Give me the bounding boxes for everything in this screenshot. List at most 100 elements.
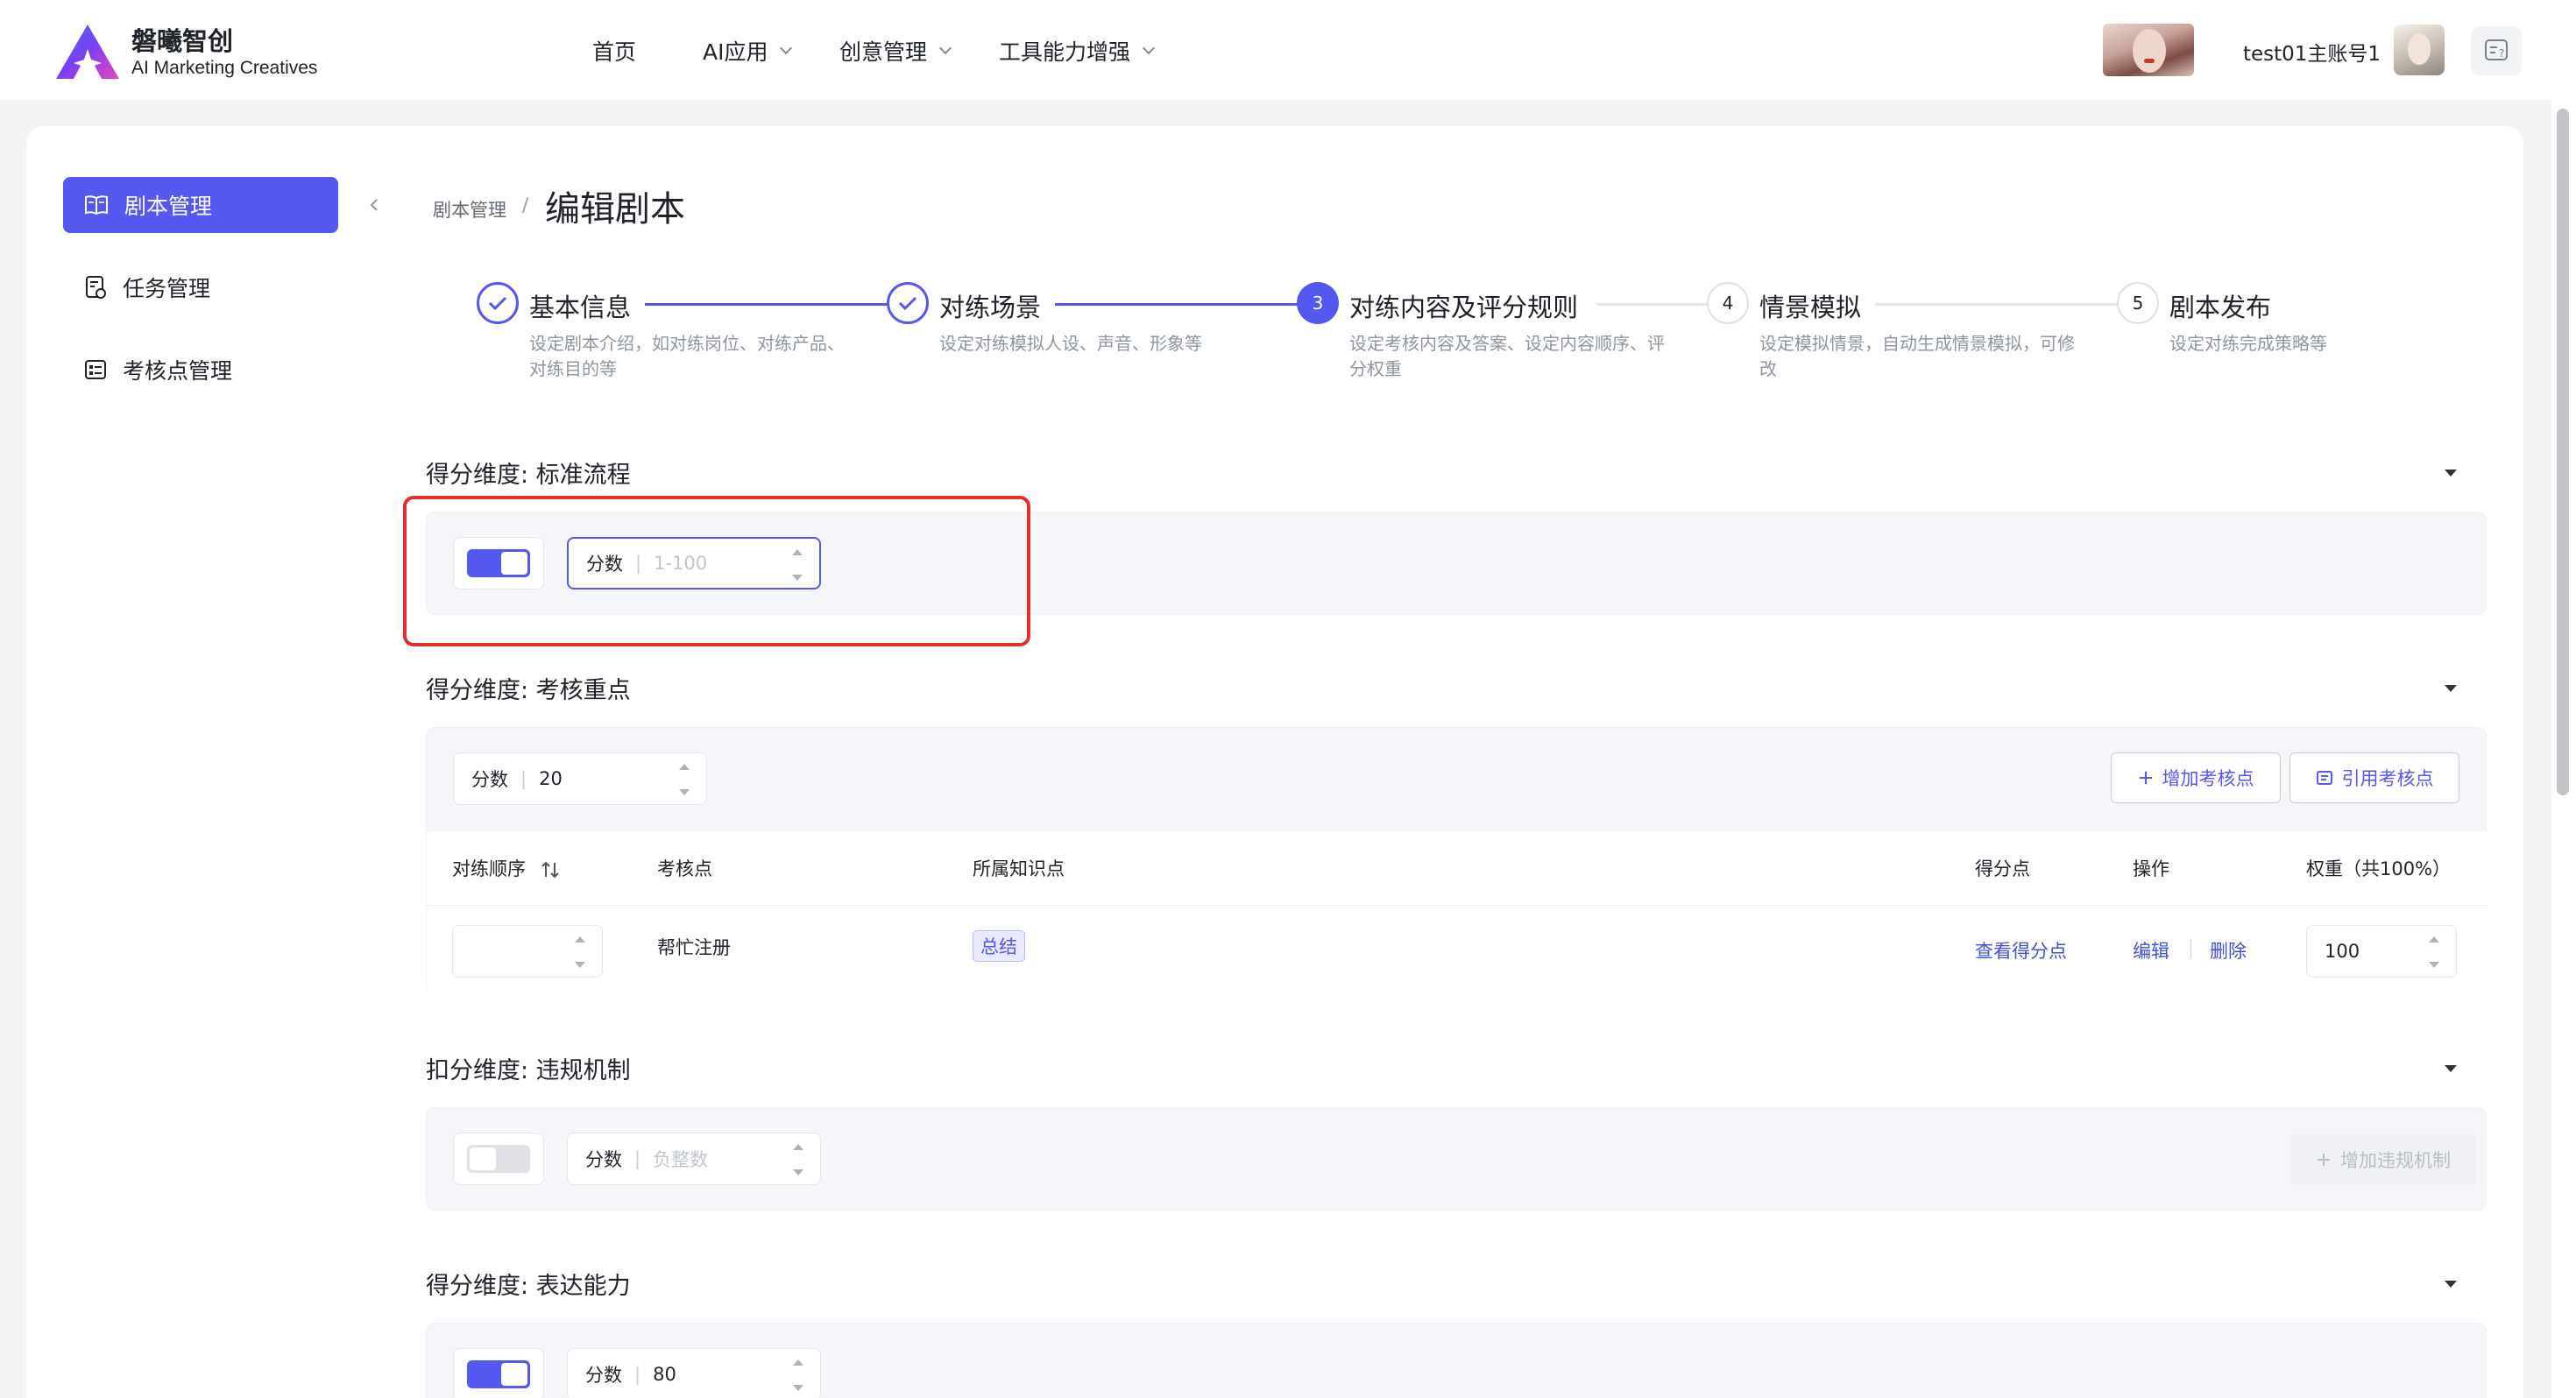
- sidebar-item-task-management[interactable]: 任务管理: [63, 259, 338, 315]
- stepper-icon[interactable]: [678, 762, 690, 797]
- brand-logo-icon[interactable]: [54, 23, 121, 81]
- column-header-order[interactable]: 对练顺序: [452, 855, 560, 881]
- step-number: 4: [1707, 282, 1749, 324]
- score-input-key-points[interactable]: 分数 | 20: [453, 752, 707, 805]
- collapse-caret-icon[interactable]: [2445, 685, 2457, 692]
- brand-tagline: AI Marketing Creatives: [131, 58, 318, 78]
- check-icon: [488, 296, 507, 311]
- step-number: 5: [2117, 282, 2159, 324]
- column-header-checkpoint: 考核点: [657, 858, 712, 879]
- toggle-expression[interactable]: [453, 1348, 544, 1398]
- section-title-key-points: 得分维度: 考核重点: [426, 677, 631, 704]
- sidebar-item-label: 考核点管理: [123, 358, 233, 384]
- plus-icon: [2139, 772, 2152, 784]
- step-description: 设定考核内容及答案、设定内容顺序、评分权重: [1349, 333, 1665, 379]
- sidebar-item-label: 剧本管理: [124, 194, 213, 219]
- column-header-actions: 操作: [2133, 858, 2169, 879]
- step-title: 对练场景: [939, 293, 1042, 322]
- checkpoint-table: [427, 831, 2488, 994]
- step-description: 设定对练模拟人设、声音、形象等: [939, 333, 1202, 354]
- breadcrumb-root[interactable]: 剧本管理: [433, 196, 506, 222]
- stepper-icon[interactable]: [574, 935, 586, 970]
- sidebar-item-label: 任务管理: [123, 276, 211, 301]
- panel-key-points: 分数 | 20 增加考核点 引用考核点: [426, 727, 2488, 994]
- nav-home[interactable]: 首页: [592, 35, 636, 67]
- panel-violation: 分数 | 负整数 增加违规机制: [426, 1107, 2487, 1211]
- stepper-icon[interactable]: [2428, 935, 2440, 970]
- chevron-left-icon: [370, 199, 378, 211]
- score-label: 分数: [471, 769, 508, 790]
- nav-creative-management-label: 创意管理: [839, 39, 928, 65]
- check-icon: [898, 296, 917, 311]
- nav-tool-enhancement[interactable]: 工具能力增强: [999, 35, 1156, 67]
- scrollbar-thumb[interactable]: [2557, 109, 2569, 795]
- page-scrollbar[interactable]: [2551, 100, 2576, 1398]
- page-title: 编辑剧本: [545, 189, 685, 229]
- add-violation-button[interactable]: 增加违规机制: [2289, 1134, 2477, 1185]
- cite-checkpoint-button[interactable]: 引用考核点: [2289, 752, 2459, 803]
- score-input-violation[interactable]: 分数 | 负整数: [567, 1133, 821, 1185]
- collapse-caret-icon[interactable]: [2445, 1281, 2457, 1288]
- delete-link[interactable]: 删除: [2210, 937, 2247, 964]
- user-name[interactable]: test01主账号1: [2243, 37, 2381, 67]
- message-button[interactable]: ?: [2471, 26, 2522, 75]
- nav-ai-apps[interactable]: AI应用: [703, 35, 793, 67]
- toggle-violation[interactable]: [453, 1133, 544, 1185]
- step-description: 设定剧本介绍，如对练岗位、对练产品、对练目的等: [529, 333, 845, 379]
- score-label: 分数: [585, 1149, 622, 1170]
- top-navbar: 磐曦智创 AI Marketing Creatives 首页 AI应用 创意管理…: [0, 0, 2576, 100]
- avatar[interactable]: [2394, 25, 2445, 75]
- step-description: 设定对练完成策略等: [2169, 333, 2327, 354]
- column-header-score-points: 得分点: [1975, 858, 2030, 879]
- collapse-caret-icon[interactable]: [2445, 470, 2457, 477]
- column-header-knowledge: 所属知识点: [973, 858, 1065, 879]
- chevron-down-icon: [780, 41, 793, 55]
- nav-creative-management[interactable]: 创意管理: [839, 35, 952, 67]
- sidebar-collapse-button[interactable]: [361, 172, 387, 238]
- step-title: 对练内容及评分规则: [1349, 293, 1579, 322]
- score-label: 分数: [585, 1365, 622, 1386]
- nav-home-label: 首页: [592, 39, 637, 65]
- weight-stepper[interactable]: 100: [2306, 925, 2457, 978]
- step-connector: [1055, 303, 1300, 306]
- knowledge-tag: 总结: [973, 930, 1025, 962]
- brand-name: 磐曦智创: [131, 26, 234, 56]
- nav-tool-enhancement-label: 工具能力增强: [999, 39, 1131, 65]
- main-content: 剧本管理 / 编辑剧本 基本信息 设定剧本介绍，如对练岗位、对练产品、对练目的等…: [389, 126, 2523, 1398]
- section-title-expression: 得分维度: 表达能力: [426, 1273, 631, 1300]
- sidebar-item-script-management[interactable]: 剧本管理: [63, 177, 338, 233]
- stepper-icon[interactable]: [792, 1358, 804, 1393]
- step-connector: [1875, 303, 2120, 306]
- step-title: 剧本发布: [2169, 293, 2272, 322]
- order-stepper[interactable]: [452, 925, 603, 978]
- add-checkpoint-button[interactable]: 增加考核点: [2111, 752, 2281, 803]
- checkpoint-name: 帮忙注册: [657, 937, 731, 958]
- step-description: 设定模拟情景，自动生成情景模拟，可修改: [1759, 333, 2075, 379]
- step-title: 情景模拟: [1759, 293, 1862, 322]
- nav-ai-apps-label: AI应用: [703, 39, 768, 65]
- score-input-expression[interactable]: 分数 | 80: [567, 1348, 821, 1398]
- section-title-violation: 扣分维度: 违规机制: [426, 1057, 631, 1084]
- highlight-annotation-box: [403, 496, 1030, 646]
- sort-icon[interactable]: [541, 861, 560, 879]
- action-divider: [2190, 939, 2191, 958]
- sidebar-item-checkpoint-management[interactable]: 考核点管理: [63, 342, 338, 398]
- sidebar: 剧本管理 任务管理 考核点管理: [26, 126, 389, 1398]
- breadcrumb-separator: /: [522, 194, 529, 215]
- avatar-virtual-human[interactable]: [2103, 24, 2194, 76]
- stepper-icon[interactable]: [792, 1142, 804, 1177]
- view-score-points-link[interactable]: 查看得分点: [1975, 937, 2067, 964]
- column-header-weight: 权重（共100%）: [2306, 858, 2452, 879]
- checklist-icon: [85, 360, 106, 379]
- panel-expression: 分数 | 80: [426, 1323, 2487, 1398]
- step-connector: [645, 303, 890, 306]
- task-icon: [86, 276, 106, 299]
- chevron-down-icon: [1142, 41, 1156, 55]
- list-icon: [2316, 771, 2332, 785]
- edit-link[interactable]: 编辑: [2133, 937, 2169, 964]
- step-number: 3: [1297, 282, 1339, 324]
- book-icon: [85, 195, 108, 215]
- step-title: 基本信息: [529, 293, 632, 322]
- collapse-caret-icon[interactable]: [2445, 1065, 2457, 1072]
- section-title-standard-process: 得分维度: 标准流程: [426, 462, 631, 489]
